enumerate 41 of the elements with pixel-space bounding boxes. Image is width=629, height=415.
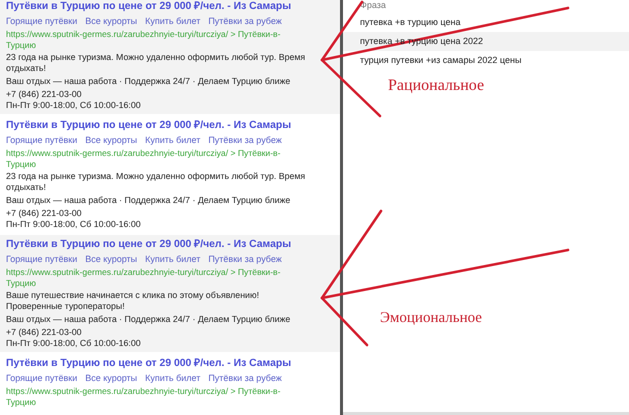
sitelink[interactable]: Все курорты xyxy=(85,134,138,146)
sitelink[interactable]: Купить билет xyxy=(145,15,200,27)
sitelink[interactable]: Горящие путёвки xyxy=(6,372,78,384)
sitelink[interactable]: Все курорты xyxy=(85,253,138,265)
sitelink[interactable]: Путёвки за рубеж xyxy=(208,253,282,265)
ad-url-link[interactable]: https://www.sputnik-germes.ru/zarubezhnyie-turyi/turcziya/ > Путёвки-в-Турцию xyxy=(6,29,296,50)
ad-hours: Пн-Пт 9:00-18:00, Сб 10:00-16:00 xyxy=(6,218,142,229)
column-header: Фраза xyxy=(359,0,387,12)
ad-features: Ваш отдых — наша работа · Поддержка 24/7 · Делаем Турцию ближе xyxy=(6,314,292,325)
ad-url-link[interactable]: https://www.sputnik-germes.ru/zarubezhnyie-turyi/turcziya/ > Путёвки-в-Турцию xyxy=(6,386,296,407)
ad-features: Ваш отдых — наша работа · Поддержка 24/7 · Делаем Турцию ближе xyxy=(6,76,292,87)
ad-hours: Пн-Пт 9:00-18:00, Сб 10:00-16:00 xyxy=(6,100,142,110)
sitelink[interactable]: Все курорты xyxy=(85,15,138,27)
sitelink[interactable]: Путёвки за рубеж xyxy=(208,372,282,384)
phrase-row-text: турция путевки +из самары 2022 цены xyxy=(359,54,522,67)
ad-description: 23 года на рынке туризма. Можно удаленно оформить любой тур. Время отдыхать! xyxy=(6,171,306,193)
sitelink[interactable]: Путёвки за рубеж xyxy=(208,134,282,146)
phrase-row-text: путевка +в турцию цена xyxy=(359,16,462,29)
ad-features: Ваш отдых — наша работа · Поддержка 24/7 · Делаем Турцию ближе xyxy=(6,195,292,206)
sitelink[interactable]: Путёвки за рубеж xyxy=(208,15,282,27)
annotation-label: Эмоциональное xyxy=(380,310,482,327)
annotation-label: Рациональное xyxy=(388,77,484,95)
ad-phone: +7 (846) 221-03-00 xyxy=(6,327,83,338)
sitelink[interactable]: Горящие путёвки xyxy=(6,134,78,146)
sitelink[interactable]: Все курорты xyxy=(85,372,138,384)
sitelink[interactable]: Горящие путёвки xyxy=(6,15,78,27)
sitelink[interactable]: Купить билет xyxy=(145,372,200,384)
ad-url-link[interactable]: https://www.sputnik-germes.ru/zarubezhnyie-turyi/turcziya/ > Путёвки-в-Турцию xyxy=(6,148,296,169)
ad-title-link[interactable]: Путёвки в Турцию по цене от 29 000 ₽/чел. - Из Самары xyxy=(6,356,334,371)
ad-title-link[interactable]: Путёвки в Турцию по цене от 29 000 ₽/чел. - Из Самары xyxy=(6,118,334,133)
ad-title-link[interactable]: Путёвки в Турцию по цене от 29 000 ₽/чел. - Из Самары xyxy=(6,0,334,14)
sitelink[interactable]: Купить билет xyxy=(145,134,200,146)
sitelink[interactable]: Горящие путёвки xyxy=(6,253,78,265)
sitelink[interactable]: Купить билет xyxy=(145,253,200,265)
ad-hours: Пн-Пт 9:00-18:00, Сб 10:00-16:00 xyxy=(6,338,142,348)
ad-url-link[interactable]: https://www.sputnik-germes.ru/zarubezhnyie-turyi/turcziya/ > Путёвки-в-Турцию xyxy=(6,267,296,288)
ad-description: 23 года на рынке туризма. Можно удаленно оформить любой тур. Время отдыхать! xyxy=(6,52,306,74)
ad-description: Ваше путешествие начинается с клика по этому объявлению! Проверенные туроператоры! xyxy=(6,290,260,312)
ad-phone: +7 (846) 221-03-00 xyxy=(6,208,83,218)
ad-phone: +7 (846) 221-03-00 xyxy=(6,89,83,100)
ad-title-link[interactable]: Путёвки в Турцию по цене от 29 000 ₽/чел. - Из Самары xyxy=(6,237,334,252)
